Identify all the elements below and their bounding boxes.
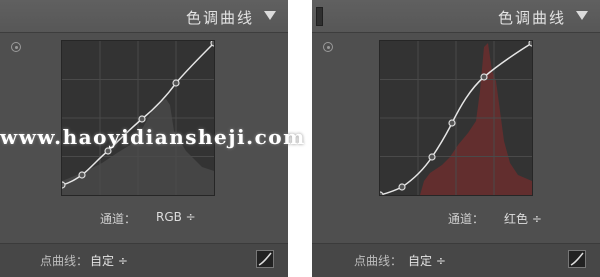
curve-graph[interactable] xyxy=(379,40,533,196)
point-curve-select[interactable]: 自定 ÷ xyxy=(408,252,446,269)
panel-title: 色调曲线 xyxy=(185,9,254,27)
channel-select[interactable]: 红色 ÷ xyxy=(504,210,542,227)
curve-point[interactable] xyxy=(138,115,146,123)
channel-row: 通道： 红色 ÷ xyxy=(312,210,600,228)
curve-point[interactable] xyxy=(210,41,214,47)
curve-svg[interactable] xyxy=(380,41,532,195)
channel-label: 通道： xyxy=(448,212,485,226)
channel-label: 通道： xyxy=(100,212,137,226)
curve-svg[interactable] xyxy=(62,41,214,195)
point-curve-row: 点曲线： 自定 ÷ xyxy=(312,243,600,277)
curve-point[interactable] xyxy=(428,153,436,161)
channel-select[interactable]: RGB ÷ xyxy=(156,210,196,224)
watermark-text: www.haoyidiansheji.com xyxy=(0,125,306,149)
collapse-triangle-icon[interactable] xyxy=(264,11,276,20)
curve-point[interactable] xyxy=(380,191,384,195)
panel-header[interactable]: 色调曲线 xyxy=(312,0,600,33)
curve-point[interactable] xyxy=(78,171,86,179)
curve-point[interactable] xyxy=(448,119,456,127)
histogram xyxy=(420,43,532,195)
panel-header[interactable]: 色调曲线 xyxy=(0,0,288,33)
curve-graph[interactable] xyxy=(61,40,215,196)
point-curve-label: 点曲线： xyxy=(40,254,89,268)
curve-point[interactable] xyxy=(480,73,488,81)
channel-row: 通道： RGB ÷ xyxy=(0,210,288,228)
panel-edge-handle xyxy=(316,7,323,26)
curve-point[interactable] xyxy=(528,41,532,47)
target-adjust-icon[interactable] xyxy=(11,42,21,52)
panel-title: 色调曲线 xyxy=(497,9,566,27)
point-curve-label: 点曲线： xyxy=(354,254,403,268)
point-curve-select[interactable]: 自定 ÷ xyxy=(90,252,128,269)
curve-point[interactable] xyxy=(172,79,180,87)
edit-point-curve-icon[interactable] xyxy=(568,250,586,268)
edit-point-curve-icon[interactable] xyxy=(256,250,274,268)
tone-curve-panel-right: 色调曲线 通道： 红色 ÷ 点曲线： 自定 ÷ xyxy=(312,0,600,277)
target-adjust-icon[interactable] xyxy=(323,42,333,52)
collapse-triangle-icon[interactable] xyxy=(576,11,588,20)
curve-point[interactable] xyxy=(398,183,406,191)
point-curve-row: 点曲线： 自定 ÷ xyxy=(0,243,288,277)
curve-point[interactable] xyxy=(62,181,66,189)
